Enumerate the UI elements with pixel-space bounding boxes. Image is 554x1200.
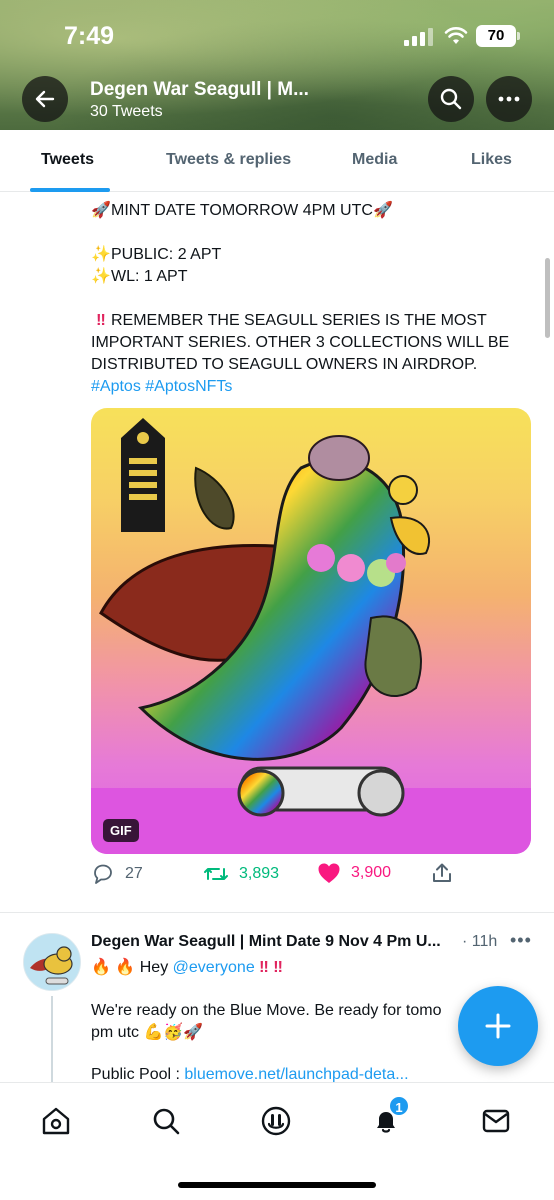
double-exclamation-icon: ‼ — [96, 312, 106, 329]
nav-home[interactable] — [38, 1103, 74, 1139]
fire-icon: 🔥 — [115, 959, 136, 976]
thread-line — [51, 996, 53, 1086]
compose-tweet-button[interactable] — [458, 986, 538, 1066]
search-icon — [440, 88, 462, 110]
cellular-signal-icon — [404, 28, 433, 46]
arrow-left-icon — [35, 90, 55, 108]
tweet-actions: 27 3,893 3,900 — [91, 862, 451, 892]
nav-notifications[interactable]: 1 — [368, 1095, 410, 1139]
rocket-icon: 🚀 — [372, 202, 393, 219]
rocket-icon: 🚀 — [91, 202, 111, 219]
tweet2-body: We're ready on the Blue Move. Be ready f… — [91, 1002, 442, 1041]
share-button[interactable] — [431, 862, 453, 884]
tab-tweets-replies[interactable]: Tweets & replies — [166, 151, 291, 169]
tweet-text: 🚀MINT DATE TOMORROW 4PM UTC🚀 ✨PUBLIC: 2 … — [91, 200, 531, 398]
more-options-button[interactable] — [486, 76, 532, 122]
mention-link[interactable]: @everyone — [173, 959, 255, 976]
scrollbar[interactable] — [545, 258, 550, 338]
profile-tabs: Tweets Tweets & replies Media Likes — [0, 130, 554, 192]
profile-header-banner: 7:49 70 Degen War Seagull | M... 30 Twee… — [0, 0, 554, 130]
launchpad-link[interactable]: bluemove.net/launchpad-deta... — [184, 1066, 408, 1083]
seagull-avatar-illustration — [24, 934, 80, 990]
search-button[interactable] — [428, 76, 474, 122]
tweet-line-public: ✨PUBLIC: 2 APT — [91, 244, 531, 266]
like-button[interactable]: 3,900 — [317, 862, 391, 884]
tweet-divider — [0, 912, 554, 913]
nav-search[interactable] — [148, 1103, 184, 1139]
profile-name: Degen War Seagull | M... — [90, 79, 309, 100]
share-icon — [433, 863, 451, 882]
wifi-icon — [444, 27, 468, 44]
back-button[interactable] — [22, 76, 68, 122]
retweet-icon — [204, 868, 228, 880]
seagull-nft-illustration — [91, 418, 531, 854]
nav-spaces[interactable] — [258, 1103, 294, 1139]
more-dots-icon — [498, 96, 520, 102]
hashtag-links[interactable]: #Aptos #AptosNFTs — [91, 376, 531, 398]
retweet-count: 3,893 — [239, 865, 280, 882]
mail-icon — [482, 1109, 510, 1133]
nav-messages[interactable] — [478, 1103, 514, 1139]
sparkles-icon: ✨ — [91, 246, 111, 263]
tweet-time: · 11h — [462, 933, 498, 950]
fire-icon: 🔥 — [91, 959, 111, 976]
home-indicator — [178, 1182, 376, 1188]
tweet-line-mint: 🚀MINT DATE TOMORROW 4PM UTC🚀 — [91, 200, 531, 222]
sparkles-icon: ✨ — [91, 268, 111, 285]
gif-badge: GIF — [103, 819, 139, 842]
search-icon — [153, 1108, 180, 1135]
microphone-spaces-icon — [261, 1106, 291, 1136]
tweet-line-remember: ‼ REMEMBER THE SEAGULL SERIES IS THE MOST… — [91, 312, 510, 373]
status-time: 7:49 — [64, 22, 115, 50]
rocket-icon: 🚀 — [183, 1024, 204, 1041]
avatar[interactable] — [23, 933, 81, 991]
heart-filled-icon — [318, 863, 340, 883]
tab-tweets[interactable]: Tweets — [41, 151, 94, 169]
tweet-count: 30 Tweets — [90, 103, 163, 120]
tab-media[interactable]: Media — [352, 151, 397, 169]
notification-badge: 1 — [388, 1095, 410, 1117]
retweet-button[interactable]: 3,893 — [203, 862, 279, 886]
reply-count: 27 — [125, 865, 143, 882]
tweet-more-button[interactable]: ••• — [510, 930, 532, 951]
party-face-icon: 🥳 — [163, 1024, 184, 1041]
tweet-line-wl: ✨WL: 1 APT — [91, 266, 531, 288]
flexed-biceps-icon: 💪 — [143, 1024, 164, 1041]
tab-likes[interactable]: Likes — [471, 151, 512, 169]
battery-indicator: 70 — [476, 25, 520, 47]
tweet-gif-media[interactable]: GIF — [91, 408, 531, 854]
home-icon — [42, 1107, 70, 1135]
author-name[interactable]: Degen War Seagull | Mint Date 9 Nov 4 Pm… — [91, 933, 459, 951]
tweet2-greeting: 🔥 🔥 Hey @everyone ‼ ‼ — [91, 959, 283, 976]
like-count: 3,900 — [351, 864, 392, 881]
double-exclamation-icon: ‼ ‼ — [259, 959, 283, 976]
reply-icon — [94, 864, 112, 884]
active-tab-indicator — [30, 188, 110, 192]
reply-button[interactable]: 27 — [91, 862, 143, 886]
plus-icon — [485, 1013, 511, 1039]
status-bar: 7:49 70 — [0, 0, 554, 72]
